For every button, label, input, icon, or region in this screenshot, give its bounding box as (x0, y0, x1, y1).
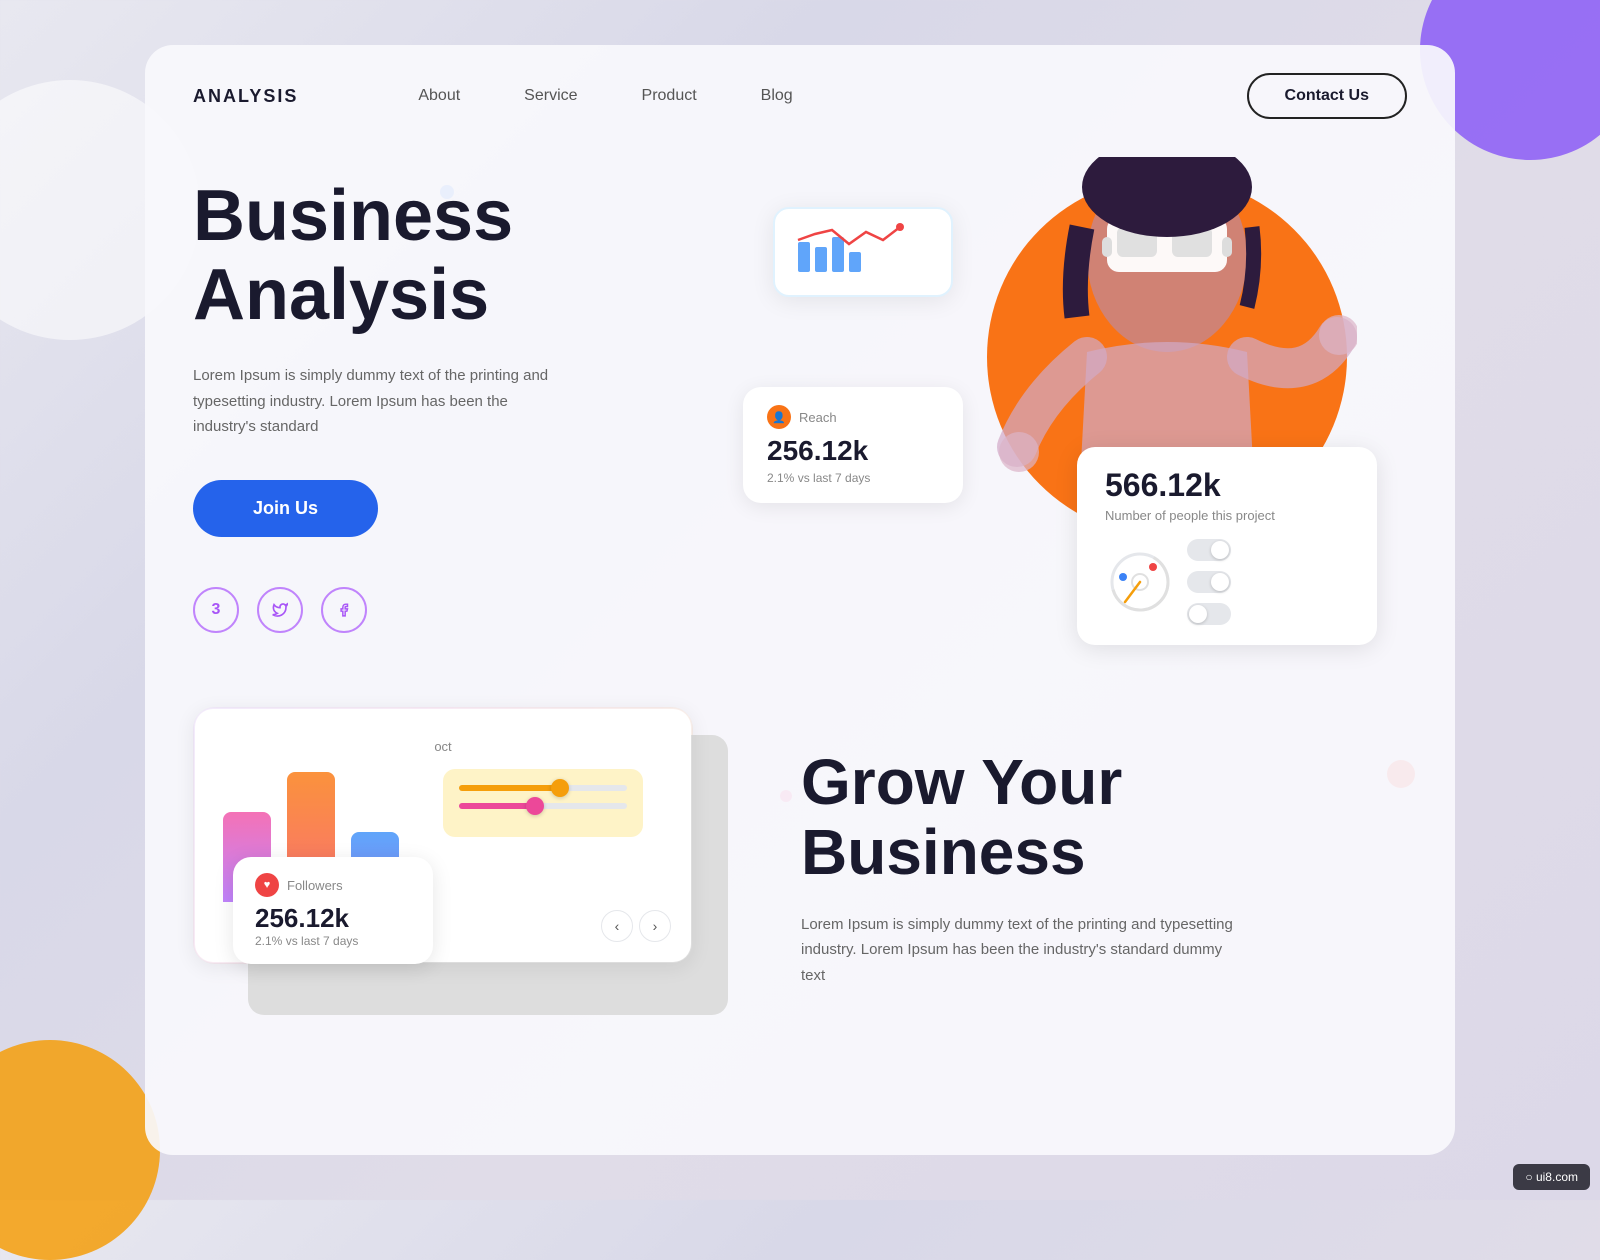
stats-description: Number of people this project (1105, 508, 1349, 523)
bg-circle-orange-bottom-left (0, 1040, 160, 1260)
followers-value: 256.12k (255, 903, 411, 934)
toggle-switches (1187, 539, 1231, 625)
reach-header: 👤 Reach (767, 405, 939, 429)
followers-change-suffix: vs last 7 days (286, 934, 359, 948)
nav-link-product[interactable]: Product (642, 87, 697, 105)
reach-card: 👤 Reach 256.12k 2.1% vs last 7 days (743, 387, 963, 503)
social-icons: 3 (193, 587, 713, 633)
stats-card: 566.12k Number of people this project (1077, 447, 1377, 645)
hero-section: Business Analysis Lorem Ipsum is simply … (145, 147, 1455, 707)
nav-link-blog[interactable]: Blog (761, 87, 793, 105)
slider-row-2 (459, 803, 627, 809)
watermark: ○ ui8.com (1513, 1164, 1590, 1190)
toggle-switch-1[interactable] (1187, 539, 1231, 561)
stats-visual (1105, 539, 1349, 625)
hero-left: Business Analysis Lorem Ipsum is simply … (193, 147, 713, 707)
slider-fill-yellow (459, 785, 560, 791)
hero-right: 👤 Reach 256.12k 2.1% vs last 7 days 566.… (713, 147, 1407, 707)
followers-change: 2.1% vs last 7 days (255, 934, 411, 948)
toggle-switch-2[interactable] (1187, 571, 1231, 593)
reach-change-value: 2.1% (767, 471, 794, 485)
hero-title-line1: Business (193, 176, 513, 256)
followers-change-value: 2.1% (255, 934, 282, 948)
social-icon-twitter[interactable] (257, 587, 303, 633)
nav-cta: Contact Us (1247, 73, 1407, 119)
followers-card: ♥ Followers 256.12k 2.1% vs last 7 days (233, 857, 433, 964)
toggle-row-2 (1187, 571, 1231, 593)
reach-label: Reach (799, 410, 837, 425)
hero-title: Business Analysis (193, 177, 713, 335)
toggle-switch-3[interactable] (1187, 603, 1231, 625)
stats-value: 566.12k (1105, 467, 1349, 504)
nav-link-about[interactable]: About (418, 87, 460, 105)
grow-title: Grow Your Business (801, 747, 1407, 888)
hero-chart-card (773, 207, 953, 297)
bottom-section: oct sep oct n (145, 707, 1455, 988)
reach-change: 2.1% vs last 7 days (767, 471, 939, 485)
slider-knob-pink[interactable] (526, 797, 544, 815)
slider-area (443, 769, 643, 837)
social-icon-facebook[interactable] (321, 587, 367, 633)
slider-track-pink (459, 803, 627, 809)
grow-description: Lorem Ipsum is simply dummy text of the … (801, 912, 1241, 989)
toggle-knob-1 (1211, 541, 1229, 559)
nav-arrow-next[interactable]: › (639, 910, 671, 942)
chart-widget: oct sep oct n (193, 707, 753, 964)
slider-knob-yellow[interactable] (551, 779, 569, 797)
nav-arrows: ‹ › (601, 910, 671, 942)
join-button[interactable]: Join Us (193, 480, 378, 537)
nav-links: About Service Product Blog (418, 87, 1246, 105)
social-icon-1[interactable]: 3 (193, 587, 239, 633)
slider-row-1 (459, 785, 627, 791)
toggle-knob-3 (1189, 605, 1207, 623)
reach-value: 256.12k (767, 435, 939, 467)
chart-month-label: oct (223, 739, 663, 754)
hero-description: Lorem Ipsum is simply dummy text of the … (193, 363, 573, 440)
toggle-knob-2 (1211, 573, 1229, 591)
dial-circle (1105, 547, 1175, 617)
navbar: ANALYSIS About Service Product Blog Cont… (145, 45, 1455, 147)
nav-arrow-prev[interactable]: ‹ (601, 910, 633, 942)
toggle-row-1 (1187, 539, 1231, 561)
followers-header: ♥ Followers (255, 873, 411, 897)
bottom-right: Grow Your Business Lorem Ipsum is simply… (801, 707, 1407, 988)
toggle-row-3 (1187, 603, 1231, 625)
reach-change-suffix: vs last 7 days (798, 471, 871, 485)
reach-icon: 👤 (767, 405, 791, 429)
nav-link-service[interactable]: Service (524, 87, 577, 105)
followers-icon: ♥ (255, 873, 279, 897)
hero-title-line2: Analysis (193, 255, 489, 335)
nav-logo: ANALYSIS (193, 86, 298, 107)
followers-label: Followers (287, 878, 343, 893)
grow-title-line1: Grow Your (801, 746, 1122, 818)
slider-fill-pink (459, 803, 535, 809)
main-card: ANALYSIS About Service Product Blog Cont… (145, 45, 1455, 1155)
grow-title-line2: Business (801, 816, 1086, 888)
contact-button[interactable]: Contact Us (1247, 73, 1407, 119)
slider-track-yellow (459, 785, 627, 791)
